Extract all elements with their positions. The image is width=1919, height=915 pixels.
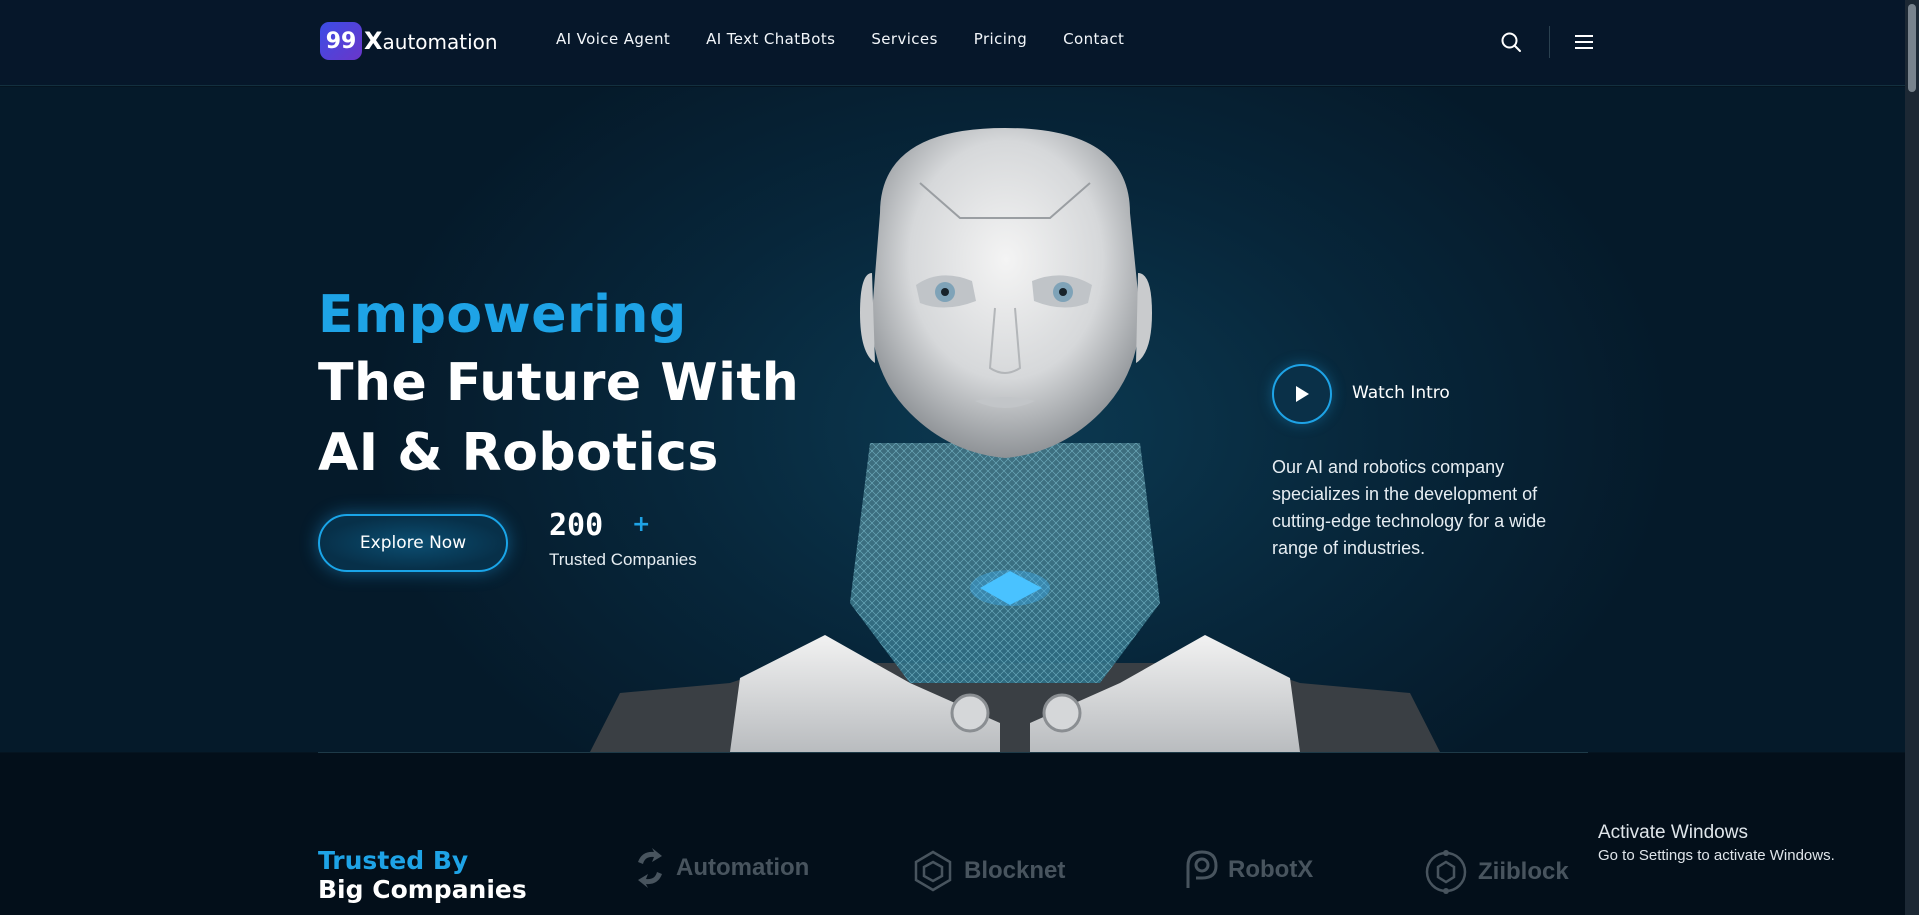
hero-heading-line3: AI & Robotics xyxy=(318,423,719,483)
header-divider xyxy=(1549,26,1550,58)
brand-ziiblock: Ziiblock xyxy=(1422,848,1569,896)
automation-logo-icon xyxy=(638,848,662,888)
nav-ai-text-chatbots[interactable]: AI Text ChatBots xyxy=(706,30,835,48)
explore-now-button[interactable]: Explore Now xyxy=(318,514,508,572)
trusted-title-line1: Trusted By xyxy=(318,846,469,875)
brand-blocknet: Blocknet xyxy=(910,848,1065,894)
brand-logo[interactable]: 99 Xautomation xyxy=(320,22,498,60)
nav-services[interactable]: Services xyxy=(871,30,937,48)
search-button[interactable] xyxy=(1497,28,1525,56)
brand-name: Ziiblock xyxy=(1478,858,1569,885)
menu-button[interactable] xyxy=(1570,28,1598,56)
watch-intro-label[interactable]: Watch Intro xyxy=(1352,383,1450,403)
brand-name: Automation xyxy=(676,854,810,881)
watch-intro-play-button[interactable] xyxy=(1272,364,1332,424)
trusted-companies-count: 200 xyxy=(549,508,604,543)
ziiblock-logo-icon xyxy=(1425,850,1467,894)
play-icon xyxy=(1296,386,1309,402)
activate-windows-title: Activate Windows xyxy=(1598,822,1748,843)
nav-ai-voice-agent[interactable]: AI Voice Agent xyxy=(556,30,670,48)
trusted-companies-label: Trusted Companies xyxy=(549,550,697,569)
brand-automation: Automation xyxy=(632,848,809,888)
brand-name: Blocknet xyxy=(964,857,1066,884)
hamburger-menu-icon xyxy=(1575,35,1593,49)
hero-heading-line2: The Future With xyxy=(318,353,800,413)
robotx-logo-icon xyxy=(1186,850,1218,888)
nav-contact[interactable]: Contact xyxy=(1063,30,1124,48)
trusted-title-line2: Big Companies xyxy=(318,875,527,904)
hero-heading-line1: Empowering xyxy=(318,285,687,345)
search-icon xyxy=(1501,32,1521,52)
brand-robotx: RobotX xyxy=(1180,848,1313,892)
scrollbar-thumb[interactable] xyxy=(1908,4,1916,92)
logo-badge: 99 xyxy=(320,22,362,60)
site-header: 99 Xautomation AI Voice Agent AI Text Ch… xyxy=(0,0,1905,86)
activate-windows-watermark: Activate Windows Go to Settings to activ… xyxy=(1598,822,1835,864)
header-actions xyxy=(1497,26,1598,58)
logo-wordmark: Xautomation xyxy=(364,27,498,55)
hero-description: Our AI and robotics company specializes … xyxy=(1272,457,1547,558)
stat-plus: + xyxy=(632,512,651,537)
brand-name: RobotX xyxy=(1228,856,1314,883)
main-nav: AI Voice Agent AI Text ChatBots Services… xyxy=(556,30,1124,48)
page-scrollbar[interactable] xyxy=(1905,0,1919,915)
activate-windows-subtitle: Go to Settings to activate Windows. xyxy=(1598,847,1835,864)
nav-pricing[interactable]: Pricing xyxy=(974,30,1027,48)
blocknet-logo-icon xyxy=(914,850,952,892)
